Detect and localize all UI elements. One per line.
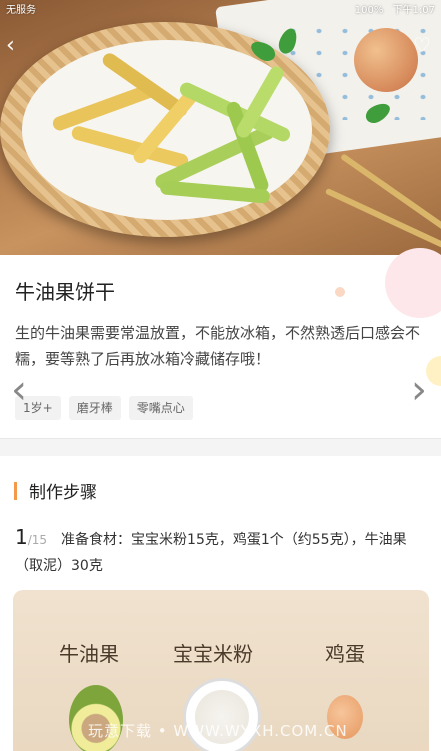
avocado-photo [69, 685, 123, 751]
egg-photo [354, 28, 418, 92]
watermark: 玩意下载 • WWW.WYXH.COM.CN [88, 722, 348, 740]
ingredient-label-rice-flour: 宝宝米粉 [173, 642, 253, 666]
step-total: /15 [27, 533, 48, 547]
step-item: 1/15 准备食材：宝宝米粉15克，鸡蛋1个（约55克），牛油果（取泥）30克 [15, 524, 430, 579]
decor-dot [335, 287, 345, 297]
recipe-title: 牛油果饼干 [15, 280, 115, 304]
step-text: 准备食材：宝宝米粉15克，鸡蛋1个（约55克），牛油果（取泥）30克 [15, 532, 407, 574]
clock: 下午1:07 [392, 4, 435, 16]
carousel-prev-button[interactable]: ‹ [4, 368, 34, 412]
accent-bar [14, 481, 17, 500]
steps-heading: 制作步骤 [29, 483, 97, 503]
section-divider [0, 438, 441, 456]
steps-header: 制作步骤 [14, 478, 97, 503]
wheat-stalk [324, 187, 441, 249]
ingredient-label-egg: 鸡蛋 [325, 642, 365, 666]
status-carrier: 无服务 [6, 4, 36, 16]
recipe-hero-image [0, 0, 441, 255]
battery-level: 100% [354, 4, 384, 16]
decor-bubble [385, 248, 441, 318]
back-button[interactable]: ‹ [6, 34, 26, 58]
recipe-description: 生的牛油果需要常温放置，不能放冰箱，不然熟透后口感会不糯，要等熟了后再放冰箱冷藏… [15, 324, 421, 368]
chevron-left-icon: ‹ [6, 33, 15, 58]
chevron-left-icon: ‹ [11, 367, 27, 413]
status-right: 100% 下午1:07 [349, 1, 435, 16]
status-bar: 无服务 100% 下午1:07 [0, 0, 441, 16]
chevron-right-icon: › [411, 367, 427, 413]
tag-snack[interactable]: 零嘴点心 [128, 396, 193, 420]
ingredient-label-avocado: 牛油果 [59, 642, 119, 666]
carousel-next-button[interactable]: › [404, 368, 434, 412]
tag-teething-stick[interactable]: 磨牙棒 [68, 396, 121, 420]
favorite-button[interactable]: ♡ [411, 34, 433, 56]
heart-icon: ♡ [413, 33, 431, 57]
step-number: 1 [15, 525, 28, 549]
tag-list: 1岁+ 磨牙棒 零嘴点心 [15, 396, 193, 420]
